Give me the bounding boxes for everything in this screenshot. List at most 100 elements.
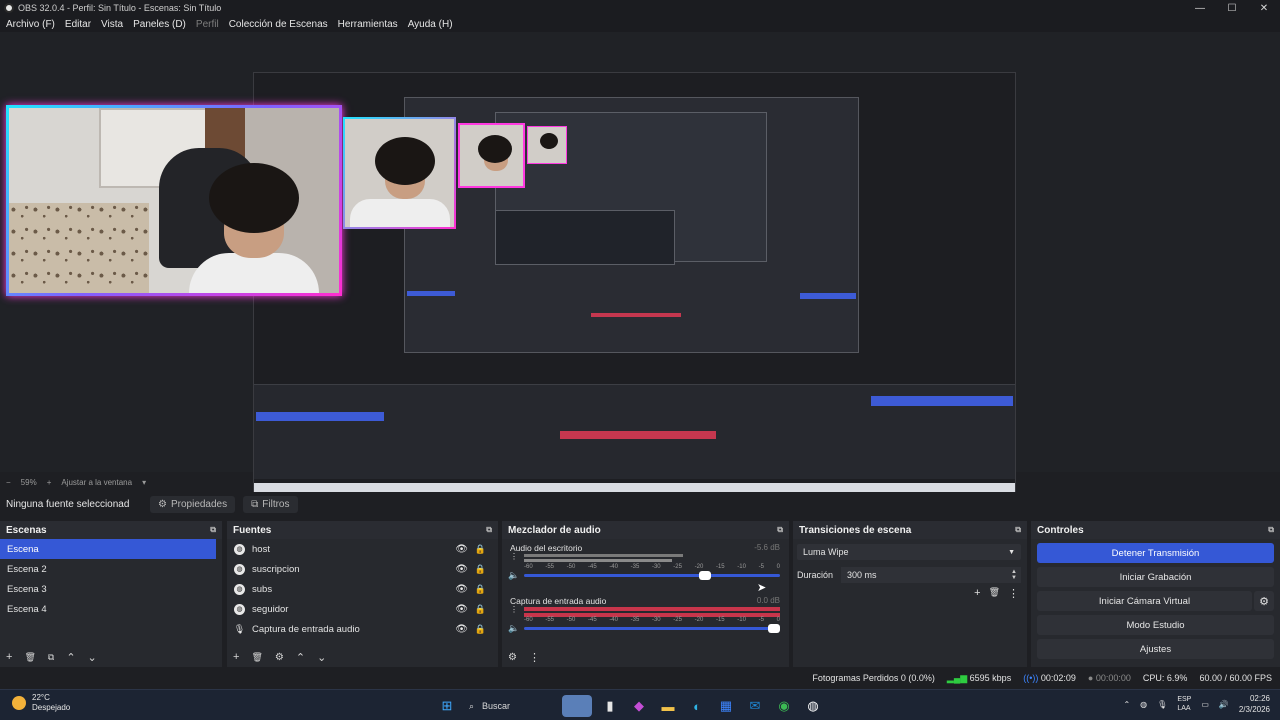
meter-scale: -60 -55 -50 -45 -40 -35 -30 -25 -20 -15 -10 -5 0	[524, 617, 780, 625]
filters-button[interactable]: ⧉ Filtros	[243, 495, 298, 513]
spin-arrows-icon[interactable]: ▲ ▼	[1011, 569, 1017, 581]
undock-icon[interactable]: ⧉	[486, 525, 492, 535]
scene-item-escena-4[interactable]: Escena 4	[0, 599, 222, 619]
move-source-up-button[interactable]: ⌃	[296, 651, 305, 664]
language-indicator[interactable]: ESP LAA	[1177, 695, 1191, 713]
menu-paneles[interactable]: Paneles (D)	[133, 19, 186, 30]
outlook-icon[interactable]: ✉	[744, 695, 766, 717]
menu-archivo[interactable]: Archivo (F)	[6, 19, 55, 30]
weather-widget[interactable]: 22°C Despejado	[12, 693, 70, 713]
obs-taskbar-icon[interactable]: ◍	[802, 695, 824, 717]
eye-icon[interactable]: 👁	[455, 624, 468, 635]
network-icon[interactable]: ▭	[1201, 700, 1209, 709]
remove-transition-button[interactable]: 🗑	[989, 587, 1000, 600]
zoom-out-button[interactable]: −	[6, 478, 11, 487]
scene-item-escena-3[interactable]: Escena 3	[0, 579, 222, 599]
source-item-captura-audio[interactable]: 🎙 Captura de entrada audio 👁 🔒	[227, 619, 498, 639]
edge-browser-icon[interactable]: ◐	[686, 695, 708, 717]
move-source-down-button[interactable]: ⌄	[317, 651, 326, 664]
start-recording-button[interactable]: Iniciar Grabación	[1037, 567, 1274, 587]
volume-slider[interactable]	[524, 624, 780, 633]
eye-icon[interactable]: 👁	[455, 604, 468, 615]
mixer-settings-icon[interactable]: ⚙	[508, 652, 517, 663]
menu-vista[interactable]: Vista	[101, 19, 123, 30]
obs-tray-icon[interactable]: ◍	[1140, 700, 1147, 709]
microsoft-store-icon[interactable]: ▦	[715, 695, 737, 717]
remove-scene-button[interactable]: 🗑	[24, 652, 35, 663]
source-item-seguidor[interactable]: ◍ seguidor 👁 🔒	[227, 599, 498, 619]
taskbar-search[interactable]: ⌕ Buscar	[465, 695, 555, 717]
menu-perfil[interactable]: Perfil	[196, 19, 219, 30]
terminal-icon[interactable]: ▮	[599, 695, 621, 717]
virtual-camera-settings-icon[interactable]: ⚙	[1254, 591, 1274, 611]
stop-stream-button[interactable]: Detener Transmisión	[1037, 543, 1274, 563]
scene-filters-button[interactable]: ⧉	[48, 652, 54, 663]
source-item-subs[interactable]: ◍ subs 👁 🔒	[227, 579, 498, 599]
source-item-suscripcion[interactable]: ◍ suscripcion 👁 🔒	[227, 559, 498, 579]
volume-slider-knob[interactable]	[698, 571, 711, 580]
transition-menu-button[interactable]: ⋮	[1008, 587, 1019, 600]
signal-bars-icon: ▂▄▆	[946, 672, 968, 683]
fit-window-label[interactable]: Ajustar a la ventana	[61, 478, 132, 487]
lock-icon[interactable]: 🔒	[475, 564, 486, 575]
start-virtual-camera-button[interactable]: Iniciar Cámara Virtual ⚙	[1037, 591, 1274, 611]
tray-chevron-icon[interactable]: ⌃	[1123, 700, 1130, 709]
lock-icon[interactable]: 🔒	[475, 624, 486, 635]
scene-item-escena[interactable]: Escena	[0, 539, 216, 559]
eye-icon[interactable]: 👁	[455, 584, 468, 595]
add-source-button[interactable]: +	[233, 651, 239, 663]
properties-button[interactable]: ⚙ Propiedades	[150, 495, 236, 513]
menu-coleccion-escenas[interactable]: Colección de Escenas	[229, 19, 328, 30]
mixer-menu-icon[interactable]: ⋮	[529, 651, 540, 664]
nested-stop-button	[800, 293, 856, 299]
webcam-host-frame[interactable]	[6, 105, 342, 296]
eye-icon[interactable]: 👁	[455, 544, 468, 555]
volume-icon[interactable]: 🔊	[1219, 700, 1229, 709]
lock-icon[interactable]: 🔒	[475, 544, 486, 555]
maximize-button[interactable]: ☐	[1216, 0, 1248, 16]
meter-tick-label: -60	[524, 564, 533, 570]
scene-item-escena-2[interactable]: Escena 2	[0, 559, 222, 579]
remove-source-button[interactable]: 🗑	[251, 652, 262, 663]
speaker-icon[interactable]: 🔈	[508, 623, 519, 634]
source-item-host[interactable]: ◍ host 👁 🔒	[227, 539, 498, 559]
transition-select[interactable]: Luma Wipe ▼	[797, 544, 1021, 560]
menu-herramientas[interactable]: Herramientas	[338, 19, 398, 30]
volume-slider[interactable]	[524, 571, 780, 580]
undock-icon[interactable]: ⧉	[1015, 525, 1021, 535]
track-menu-icon[interactable]: ⋮	[510, 606, 518, 614]
zoom-dropdown-icon[interactable]: ▾	[142, 478, 146, 487]
windows-start-icon[interactable]: ⊞	[436, 695, 458, 717]
studio-mode-button[interactable]: Modo Estudio	[1037, 615, 1274, 635]
add-scene-button[interactable]: +	[6, 651, 12, 663]
settings-button[interactable]: Ajustes	[1037, 639, 1274, 659]
browser-source-icon: ◍	[234, 583, 245, 595]
close-button[interactable]: ✕	[1248, 0, 1280, 16]
undock-icon[interactable]: ⧉	[210, 525, 216, 535]
clock[interactable]: 02:26 2/3/2026	[1239, 693, 1270, 715]
menu-ayuda[interactable]: Ayuda (H)	[408, 19, 453, 30]
source-properties-button[interactable]: ⚙	[275, 652, 284, 663]
zoom-in-button[interactable]: +	[47, 478, 52, 487]
duration-spinbox[interactable]: 300 ms ▲ ▼	[841, 567, 1021, 583]
menu-editar[interactable]: Editar	[65, 19, 91, 30]
track-db: -5.6 dB	[754, 543, 780, 552]
folder-icon[interactable]: ▬	[657, 695, 679, 717]
move-scene-down-button[interactable]: ⌄	[88, 651, 97, 664]
lock-icon[interactable]: 🔒	[475, 584, 486, 595]
undock-icon[interactable]: ⧉	[777, 525, 783, 535]
speaker-muted-icon[interactable]: 🔈	[508, 570, 519, 581]
lock-icon[interactable]: 🔒	[475, 604, 486, 615]
eye-icon[interactable]: 👁	[455, 564, 468, 575]
minimize-button[interactable]: —	[1184, 0, 1216, 16]
mic-tray-icon[interactable]: 🎙	[1157, 700, 1167, 709]
move-scene-up-button[interactable]: ⌃	[66, 651, 75, 664]
store-app-icon[interactable]: ◆	[628, 695, 650, 717]
undock-icon[interactable]: ⧉	[1268, 525, 1274, 535]
preview-area[interactable]	[0, 32, 1280, 502]
track-menu-icon[interactable]: ⋮	[510, 553, 518, 561]
add-transition-button[interactable]: +	[974, 587, 980, 600]
widget-icon[interactable]	[562, 695, 592, 717]
chrome-icon[interactable]: ◉	[773, 695, 795, 717]
volume-slider-knob[interactable]	[768, 624, 780, 633]
